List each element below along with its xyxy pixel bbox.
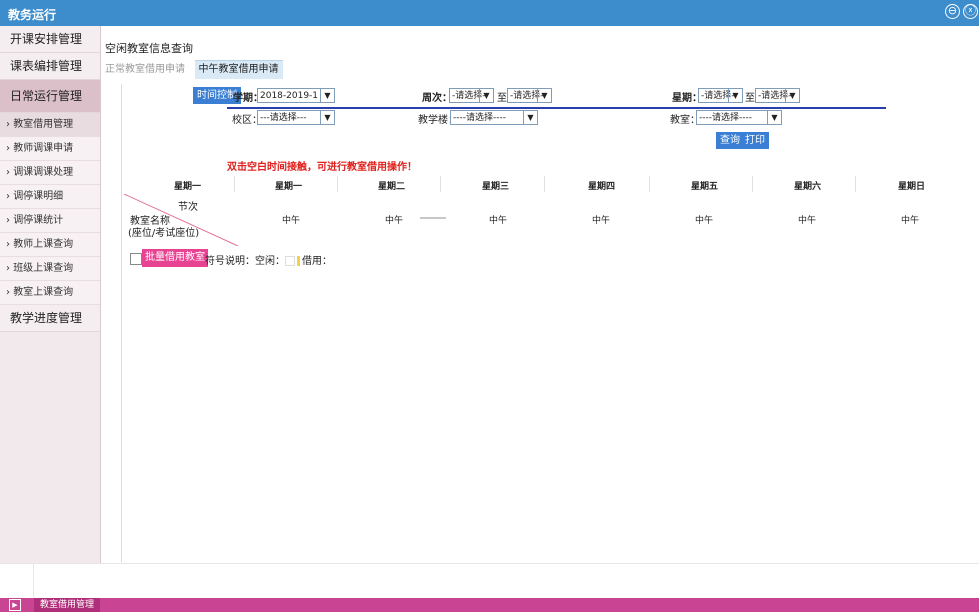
- divider: [440, 176, 441, 192]
- sidebar-sub-label: 调停课统计: [13, 215, 64, 226]
- play-icon[interactable]: ▶: [9, 599, 21, 611]
- legend-used-label: 借用：: [302, 256, 332, 267]
- sidebar-sub-teacher-query[interactable]: › 教师上课查询: [0, 233, 100, 257]
- weekday-to-select[interactable]: -请选择- ▼: [755, 88, 800, 103]
- batch-checkbox[interactable]: [130, 253, 142, 265]
- sidebar-sub-stop-detail[interactable]: › 调停课明细: [0, 185, 100, 209]
- corner-section-label: 节次: [178, 202, 198, 213]
- campus-select[interactable]: ---请选择--- ▼: [257, 110, 335, 125]
- main-content: 空闲教室信息查询 正常教室借用申请 中午教室借用申请 时间控制 学期： 2018…: [101, 26, 979, 563]
- query-panel: 时间控制 学期： 2018-2019-1 ▼ 周次： -请选择- ▼ 至 -请选…: [121, 84, 979, 562]
- noon-cell[interactable]: 中午: [901, 213, 919, 226]
- divider: [544, 176, 545, 192]
- chevron-down-icon: ▼: [320, 111, 334, 124]
- window-title: 教务运行: [8, 8, 57, 22]
- tab-bar: 正常教室借用申请 中午教室借用申请: [101, 60, 285, 80]
- legend-prefix: 符号说明：空闲：: [205, 256, 285, 267]
- to-label: 至: [497, 93, 507, 104]
- building-value: ----请选择----: [453, 113, 506, 123]
- free-swatch-icon: [285, 256, 295, 266]
- noon-cell[interactable]: 中午: [695, 213, 713, 226]
- sidebar-item-course-arrangement[interactable]: 开课安排管理: [0, 26, 100, 53]
- noon-cell[interactable]: 中午: [489, 213, 507, 226]
- sidebar-sub-label: 教室上课查询: [13, 287, 74, 298]
- term-value: 2018-2019-1: [260, 91, 319, 101]
- sidebar-item-teaching-progress[interactable]: 教学进度管理: [0, 305, 100, 332]
- noon-cell[interactable]: 中午: [798, 213, 816, 226]
- divider: [855, 176, 856, 192]
- sidebar-sub-room-query[interactable]: › 教室上课查询: [0, 281, 100, 305]
- used-swatch-icon: [297, 256, 300, 266]
- tab-noon-borrow[interactable]: 中午教室借用申请: [194, 60, 283, 79]
- tab-normal-borrow[interactable]: 正常教室借用申请: [101, 61, 189, 79]
- sidebar-sub-label: 教师调课申请: [13, 143, 74, 154]
- sidebar-item-timetable[interactable]: 课表编排管理: [0, 53, 100, 80]
- batch-borrow-button[interactable]: 批量借用教室: [142, 249, 208, 267]
- query-button[interactable]: 查询: [716, 132, 744, 149]
- chevron-down-icon: ▼: [479, 89, 493, 102]
- weekday-from-select[interactable]: -请选择- ▼: [698, 88, 743, 103]
- divider: [752, 176, 753, 192]
- chevron-down-icon: ▼: [537, 89, 551, 102]
- sidebar-sub-classroom-borrow[interactable]: › 教室借用管理: [0, 113, 100, 137]
- chevron-down-icon: ▼: [785, 89, 799, 102]
- divider: [227, 107, 886, 109]
- week-to-select[interactable]: -请选择- ▼: [507, 88, 552, 103]
- chevron-down-icon: ▼: [767, 111, 781, 124]
- week-label: 周次：: [422, 93, 452, 104]
- weekday-header: 星期五: [691, 182, 719, 192]
- weekday-header: 星期日: [898, 182, 926, 192]
- weekday-header: 星期二: [378, 182, 406, 192]
- room-select[interactable]: ----请选择---- ▼: [696, 110, 782, 125]
- bottom-taskbar: ▶ 教室借用管理: [0, 598, 979, 612]
- chevron-down-icon: ▼: [728, 89, 742, 102]
- weekday-header: 星期一: [275, 182, 303, 192]
- divider: [649, 176, 650, 192]
- weekday-header: 星期三: [482, 182, 510, 192]
- weekday-header: 星期一: [174, 182, 202, 192]
- noon-cell[interactable]: 中午: [592, 213, 610, 226]
- sidebar-sub-class-query[interactable]: › 班级上课查询: [0, 257, 100, 281]
- sidebar-sub-label: 教室借用管理: [13, 119, 74, 130]
- sidebar: 开课安排管理 课表编排管理 日常运行管理 › 教室借用管理 › 教师调课申请 ›…: [0, 26, 101, 563]
- breadcrumb: 空闲教室信息查询: [105, 42, 193, 55]
- grid-header: 星期一 星期一 星期二 星期三 星期四 星期五 星期六 星期日: [122, 174, 979, 194]
- print-button[interactable]: 打印: [741, 132, 769, 149]
- divider: [33, 564, 34, 599]
- usage-hint: 双击空白时间接触，可进行教室借用操作！: [227, 162, 417, 173]
- sidebar-sub-label: 班级上课查询: [13, 263, 74, 274]
- sidebar-sub-teacher-adjust[interactable]: › 教师调课申请: [0, 137, 100, 161]
- sidebar-item-daily-operation[interactable]: 日常运行管理: [0, 80, 100, 113]
- noon-cell[interactable]: 中午: [282, 213, 300, 226]
- term-select[interactable]: 2018-2019-1 ▼: [257, 88, 335, 103]
- chevron-down-icon: ▼: [523, 111, 537, 124]
- taskbar-tab-classroom-borrow[interactable]: 教室借用管理: [34, 598, 101, 612]
- noon-cell[interactable]: 中午: [385, 213, 403, 226]
- sidebar-sub-label: 调课调课处理: [13, 167, 74, 178]
- status-area: [0, 563, 979, 599]
- minimize-icon[interactable]: ⊖: [945, 4, 960, 19]
- sidebar-sub-label: 教师上课查询: [13, 239, 74, 250]
- building-select[interactable]: ----请选择---- ▼: [450, 110, 538, 125]
- corner-seats-label: (座位/考试座位): [128, 228, 200, 239]
- close-icon[interactable]: ⓧ: [963, 4, 978, 19]
- divider: [234, 176, 235, 192]
- title-bar: 教务运行 ⊖ ⓧ: [0, 0, 979, 26]
- to-label: 至: [745, 93, 755, 104]
- legend: 符号说明：空闲： 借用：: [205, 252, 332, 267]
- sidebar-sub-label: 调停课明细: [13, 191, 64, 202]
- sidebar-sub-stop-stats[interactable]: › 调停课统计: [0, 209, 100, 233]
- campus-value: ---请选择---: [260, 113, 307, 123]
- room-value: ----请选择----: [699, 113, 752, 123]
- grid-corner-cell: 节次 教室名称 (座位/考试座位): [122, 194, 240, 246]
- sidebar-sub-adjust-process[interactable]: › 调课调课处理: [0, 161, 100, 185]
- week-from-select[interactable]: -请选择- ▼: [449, 88, 494, 103]
- weekday-header: 星期六: [794, 182, 822, 192]
- divider: [337, 176, 338, 192]
- placeholder-bar: [420, 217, 446, 219]
- weekday-header: 星期四: [588, 182, 616, 192]
- chevron-down-icon: ▼: [320, 89, 334, 102]
